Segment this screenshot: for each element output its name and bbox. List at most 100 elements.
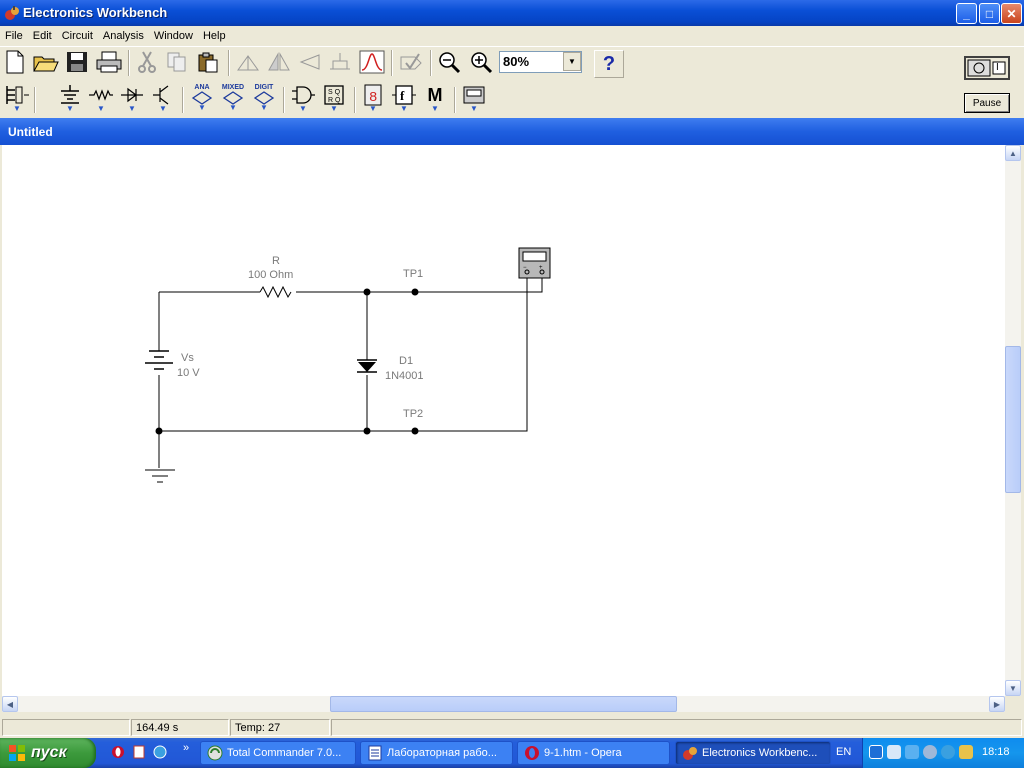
sources-bin-button[interactable]: ▼ (56, 84, 84, 114)
resistor-name: R (272, 255, 280, 267)
subcircuit-icon (400, 53, 422, 70)
rotate-button[interactable] (233, 47, 263, 77)
scroll-right-icon[interactable]: ▶ (989, 696, 1005, 712)
task-lab-document[interactable]: Лабораторная рабо... (360, 741, 513, 765)
flip-vertical-button[interactable] (294, 47, 324, 77)
menu-file[interactable]: File (0, 30, 28, 42)
menu-window[interactable]: Window (149, 30, 198, 42)
quick-launch-more-button[interactable]: » (178, 740, 194, 756)
power-switch[interactable]: I (964, 56, 1010, 80)
quick-launch-document-icon[interactable] (131, 744, 147, 760)
title-bar[interactable]: Electronics Workbench _ □ ✕ (0, 0, 1024, 26)
tray-volume-icon[interactable] (959, 745, 973, 759)
quick-launch-opera-icon[interactable] (110, 744, 126, 760)
quick-launch-browser-icon[interactable] (152, 744, 168, 760)
chevron-down-icon: ▼ (198, 103, 206, 112)
diodes-bin-button[interactable]: ▼ (118, 84, 146, 114)
menu-help[interactable]: Help (198, 30, 231, 42)
wire-top-right[interactable] (296, 282, 543, 293)
digital-bin-button[interactable]: S QR Q ▼ (320, 84, 348, 114)
print-button[interactable] (94, 47, 124, 77)
test-point-tp2-node[interactable] (411, 427, 419, 435)
ground-symbol[interactable] (145, 469, 175, 483)
close-button[interactable]: ✕ (1001, 3, 1022, 24)
paste-icon (198, 52, 218, 73)
resistor-symbol[interactable] (259, 285, 292, 299)
chevron-down-icon: ▼ (260, 103, 268, 112)
tray-network-icon[interactable] (887, 745, 901, 759)
favorites-bin-button[interactable]: ▼ (3, 84, 31, 114)
graph-button[interactable] (357, 47, 387, 77)
wire-bottom[interactable] (159, 292, 528, 432)
transistors-bin-button[interactable]: ▼ (149, 84, 177, 114)
vertical-scroll-thumb[interactable] (1005, 346, 1021, 493)
seven-segment-icon: 8 (364, 84, 382, 106)
windows-logo-icon (9, 745, 25, 761)
cut-button[interactable] (132, 47, 162, 77)
diode-name: D1 (399, 355, 413, 367)
scroll-up-icon[interactable]: ▲ (1005, 145, 1021, 161)
language-indicator[interactable]: EN (836, 746, 851, 758)
task-electronics-workbench[interactable]: Electronics Workbenc... (675, 741, 831, 765)
pause-button[interactable]: Pause (964, 93, 1010, 113)
misc-bin-label: M (427, 85, 443, 105)
indicators-bin-button[interactable]: 8 ▼ (359, 84, 387, 114)
battery-symbol[interactable] (145, 350, 173, 370)
tray-antivirus-icon[interactable] (923, 745, 937, 759)
scroll-left-icon[interactable]: ◀ (2, 696, 18, 712)
node[interactable] (363, 427, 371, 435)
new-button[interactable] (0, 47, 30, 77)
clock[interactable]: 18:18 (982, 746, 1010, 758)
menu-edit[interactable]: Edit (28, 30, 57, 42)
status-message (2, 719, 130, 736)
test-point-tp1-node[interactable] (411, 288, 419, 296)
basic-bin-button[interactable]: ▼ (87, 84, 115, 114)
node[interactable] (363, 288, 371, 296)
menu-analysis[interactable]: Analysis (98, 30, 149, 42)
copy-icon (167, 52, 186, 72)
close-icon: ✕ (1006, 6, 1017, 21)
start-label: пуск (31, 744, 67, 761)
maximize-button[interactable]: □ (979, 3, 1000, 24)
analog-ic-bin-button[interactable]: ANA ▼ (188, 84, 216, 114)
menu-circuit[interactable]: Circuit (57, 30, 98, 42)
paste-button[interactable] (193, 47, 223, 77)
digital-bin-label: DIGIT (254, 84, 274, 91)
controls-bin-button[interactable]: f ▼ (390, 84, 418, 114)
open-button[interactable] (31, 47, 61, 77)
instruments-bin-button[interactable]: ▼ (460, 84, 488, 114)
status-extra (331, 719, 1022, 736)
zoom-in-button[interactable] (466, 47, 496, 77)
tray-security-icon[interactable] (905, 745, 919, 759)
subcircuit-button[interactable] (396, 47, 426, 77)
task-total-commander[interactable]: Total Commander 7.0... (200, 741, 356, 765)
tray-update-icon[interactable] (941, 745, 955, 759)
svg-text:+: + (539, 265, 543, 271)
flip-flop-icon: S QR Q (324, 85, 344, 105)
node[interactable] (155, 427, 163, 435)
component-properties-button[interactable] (325, 47, 355, 77)
circuit-schematic[interactable]: − + R 100 Ohm TP1 TP2 Vs 10 V D1 1N4001 (2, 145, 1005, 696)
logic-gates-bin-button[interactable]: ▼ (289, 84, 317, 114)
digital-ic-bin-button[interactable]: DIGIT ▼ (250, 84, 278, 114)
diode-symbol[interactable] (358, 362, 376, 372)
zoom-out-button[interactable] (434, 47, 464, 77)
minimize-button[interactable]: _ (956, 3, 977, 24)
window-title: Electronics Workbench (23, 5, 168, 20)
scroll-down-icon[interactable]: ▼ (1005, 680, 1021, 696)
chevron-down-icon[interactable]: ▼ (563, 52, 581, 71)
multimeter-instrument[interactable]: − + (518, 247, 551, 279)
task-opera[interactable]: 9-1.htm - Opera (517, 741, 670, 765)
document-title-bar[interactable]: Untitled (0, 118, 1024, 145)
instrument-icon (463, 86, 485, 104)
horizontal-scroll-thumb[interactable] (330, 696, 677, 712)
miscellaneous-bin-button[interactable]: M ▼ (421, 84, 449, 114)
tray-expand-icon[interactable] (869, 745, 883, 759)
mixed-ic-bin-button[interactable]: MIXED ▼ (219, 84, 247, 114)
save-button[interactable] (62, 47, 92, 77)
flip-horizontal-button[interactable] (264, 47, 294, 77)
copy-button[interactable] (162, 47, 192, 77)
circuit-canvas[interactable]: − + R 100 Ohm TP1 TP2 Vs 10 V D1 1N4001 (2, 145, 1005, 696)
help-button[interactable]: ? (594, 50, 624, 78)
start-button[interactable]: пуск (0, 738, 96, 768)
